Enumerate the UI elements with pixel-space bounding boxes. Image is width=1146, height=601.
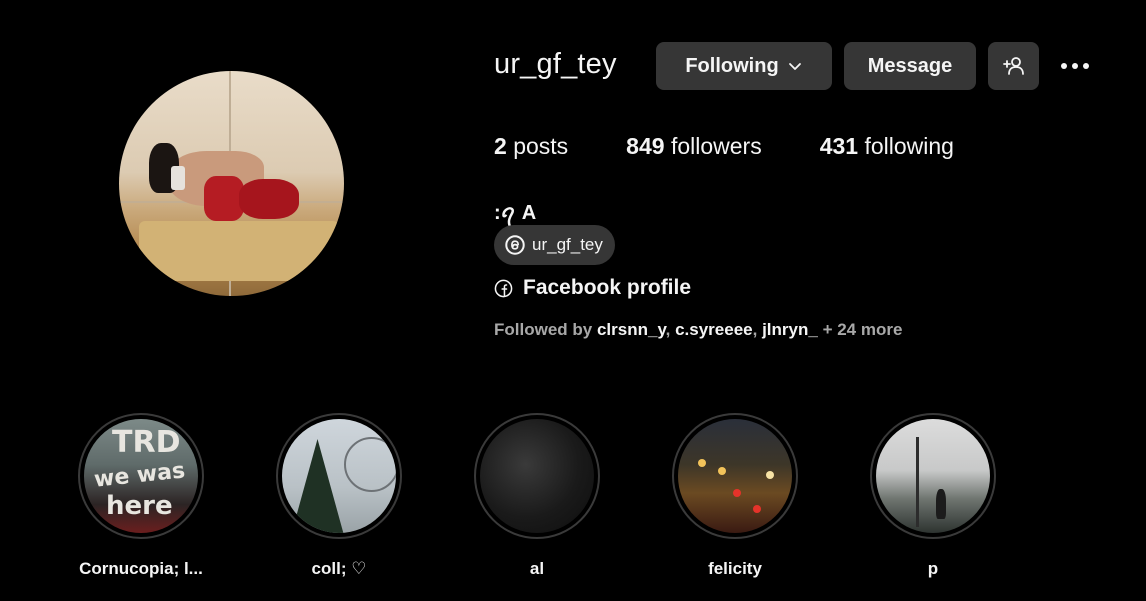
following-button-label: Following — [685, 54, 779, 77]
following-count: 431 — [819, 133, 859, 159]
add-user-icon — [1002, 57, 1024, 75]
following-stat[interactable]: 431 following — [820, 133, 954, 160]
highlight-label: felicity — [708, 559, 762, 578]
threads-handle: ur_gf_tey — [532, 235, 603, 254]
message-button-label: Message — [867, 54, 953, 77]
profile-stats: 2 posts 849 followers 431 following — [494, 133, 1012, 160]
highlight-label: Cornucopia; l... — [79, 559, 203, 578]
highlight-cover — [672, 413, 798, 539]
highlight-cover — [276, 413, 402, 539]
posts-label: posts — [513, 133, 569, 159]
more-options-icon — [1061, 63, 1067, 69]
facebook-profile-link[interactable]: Facebook profile — [494, 276, 691, 300]
story-highlight[interactable]: al — [474, 413, 600, 579]
posts-count: 2 — [494, 133, 507, 159]
following-label: following — [864, 133, 954, 159]
add-user-button[interactable] — [988, 42, 1039, 90]
followed-by-more: + 24 more — [822, 320, 903, 339]
posts-stat: 2 posts — [494, 133, 568, 160]
more-options-dot — [1083, 63, 1089, 69]
message-button[interactable]: Message — [844, 42, 976, 90]
followers-label: followers — [670, 133, 762, 159]
threads-icon — [505, 235, 525, 255]
story-highlight[interactable]: coll; ♡ — [276, 413, 402, 579]
followers-stat[interactable]: 849 followers — [626, 133, 762, 160]
followed-by[interactable]: Followed by clrsnn_y, c.syreeee, jlnryn_… — [494, 320, 902, 340]
highlight-label: al — [529, 559, 545, 578]
followed-by-prefix: Followed by — [494, 320, 593, 339]
threads-link[interactable]: ur_gf_tey — [494, 225, 615, 265]
followers-count: 849 — [626, 133, 665, 159]
more-options-dot — [1072, 63, 1078, 69]
chevron-down-icon — [788, 63, 801, 70]
story-highlight[interactable]: p — [870, 413, 996, 579]
facebook-profile-label: Facebook profile — [523, 276, 692, 299]
highlight-cover — [474, 413, 600, 539]
profile-username: ur_gf_tey — [494, 48, 617, 80]
following-button[interactable]: Following — [656, 42, 832, 90]
follower-name: c.syreeee — [675, 320, 753, 339]
story-highlight[interactable]: TRD we was here Cornucopia; l... — [78, 413, 204, 579]
follower-name: jlnryn_ — [762, 320, 818, 339]
highlight-cover — [870, 413, 996, 539]
avatar-image — [119, 71, 344, 296]
profile-avatar[interactable] — [119, 71, 344, 296]
highlight-label: coll; ♡ — [311, 559, 367, 578]
highlight-label: p — [927, 559, 939, 578]
follower-name: clrsnn_y — [596, 320, 666, 339]
more-options-button[interactable] — [1055, 54, 1095, 78]
facebook-icon — [494, 279, 513, 297]
highlight-cover: TRD we was here — [78, 413, 204, 539]
story-highlight[interactable]: felicity — [672, 413, 798, 579]
